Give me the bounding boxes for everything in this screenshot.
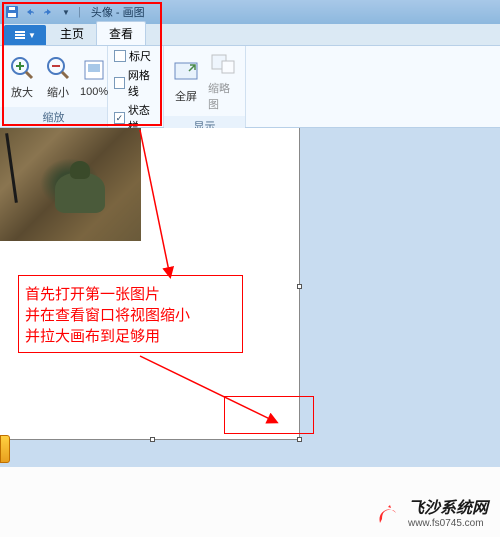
save-icon[interactable] <box>4 4 20 20</box>
zoom-100-icon <box>80 56 108 84</box>
ruler-checkbox[interactable]: 标尺 <box>114 48 157 64</box>
zoom-in-label: 放大 <box>11 84 33 100</box>
ribbon-tabs: ▼ 主页 查看 <box>0 24 500 46</box>
activation-tab[interactable] <box>0 435 10 463</box>
tab-home[interactable]: 主页 <box>48 22 96 45</box>
zoom-out-button[interactable]: 缩小 <box>42 52 74 102</box>
ruler-label: 标尺 <box>129 48 151 64</box>
watermark-logo-icon <box>374 501 402 529</box>
resize-handle-bottom[interactable] <box>150 437 155 442</box>
window-title: 头像 - 画图 <box>91 4 145 20</box>
thumbnail-icon <box>209 50 237 78</box>
pasted-image[interactable] <box>0 128 141 241</box>
thumbnail-label: 缩略图 <box>208 80 237 112</box>
quick-access-toolbar: ▼ | <box>4 4 83 20</box>
watermark-url: www.fs0745.com <box>408 518 488 529</box>
watermark-title: 飞沙系统网 <box>408 500 488 518</box>
checkbox-icon <box>114 50 126 62</box>
undo-icon[interactable] <box>22 4 38 20</box>
fullscreen-button[interactable]: 全屏 <box>170 56 202 106</box>
fullscreen-icon <box>172 58 200 86</box>
window-titlebar: ▼ | 头像 - 画图 <box>0 0 500 24</box>
chevron-down-icon: ▼ <box>28 31 36 40</box>
annotation-highlight-corner <box>224 396 314 434</box>
checkbox-icon <box>114 77 125 89</box>
ribbon-panel: 放大 缩小 100% 缩放 标尺 网格线 ✓状态栏 显示或隐藏 <box>0 46 500 128</box>
annotation-line: 并在查看窗口将视图缩小 <box>25 305 236 326</box>
thumbnail-button[interactable]: 缩略图 <box>206 48 239 114</box>
resize-handle-right[interactable] <box>297 284 302 289</box>
qat-dropdown-icon[interactable]: ▼ <box>58 4 74 20</box>
annotation-text-box: 首先打开第一张图片 并在查看窗口将视图缩小 并拉大画布到足够用 <box>18 275 243 353</box>
zoom-group-label: 缩放 <box>0 107 107 127</box>
watermark: 飞沙系统网 www.fs0745.com <box>374 500 488 529</box>
fullscreen-label: 全屏 <box>175 88 197 104</box>
zoom-100-label: 100% <box>80 86 108 98</box>
file-menu-button[interactable]: ▼ <box>4 25 46 45</box>
zoom-out-label: 缩小 <box>47 84 69 100</box>
separator: | <box>78 6 81 18</box>
annotation-line: 首先打开第一张图片 <box>25 284 236 305</box>
zoom-in-button[interactable]: 放大 <box>6 52 38 102</box>
canvas-workspace: 首先打开第一张图片 并在查看窗口将视图缩小 并拉大画布到足够用 <box>0 128 500 468</box>
annotation-line: 并拉大画布到足够用 <box>25 326 236 347</box>
gridlines-label: 网格线 <box>128 67 157 99</box>
gridlines-checkbox[interactable]: 网格线 <box>114 67 157 99</box>
checkbox-checked-icon: ✓ <box>114 112 125 124</box>
redo-icon[interactable] <box>40 4 56 20</box>
zoom-out-icon <box>44 54 72 82</box>
tab-view[interactable]: 查看 <box>96 21 146 45</box>
zoom-100-button[interactable]: 100% <box>78 54 110 100</box>
zoom-in-icon <box>8 54 36 82</box>
resize-handle-corner[interactable] <box>297 437 302 442</box>
